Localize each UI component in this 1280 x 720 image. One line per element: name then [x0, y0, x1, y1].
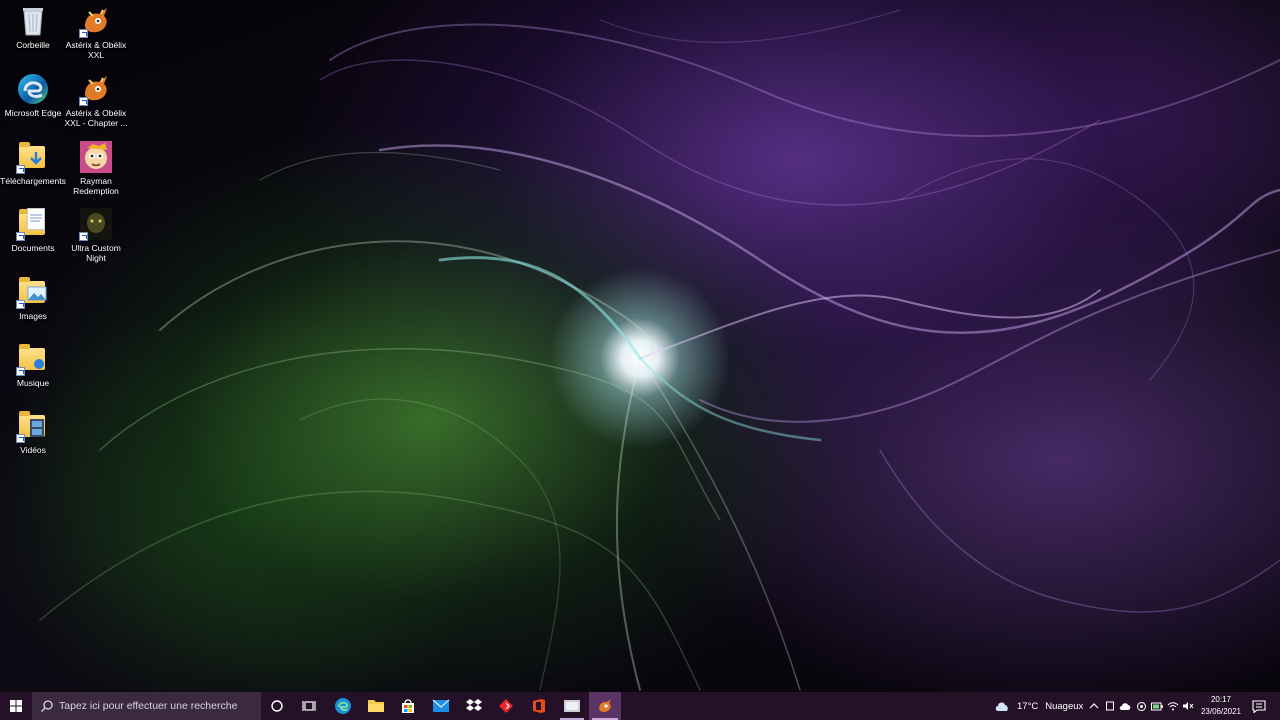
- taskbar-microsoft-store[interactable]: [394, 692, 422, 720]
- videos-folder-icon: [16, 409, 50, 443]
- taskbar-office[interactable]: [525, 692, 553, 720]
- window-app-icon: [564, 700, 580, 712]
- edge-icon: [16, 72, 50, 106]
- show-hidden-icons-button[interactable]: [1087, 692, 1101, 720]
- music-folder-icon: [16, 342, 50, 376]
- ultra-custom-night-label: Ultra Custom Night: [71, 243, 121, 263]
- downloads-label: Téléchargements: [0, 176, 66, 186]
- taskbar-clock[interactable]: 20:17 23/06/2021: [1195, 694, 1247, 718]
- tray-wifi-button[interactable]: [1166, 692, 1180, 720]
- taskbar-search-box[interactable]: Tapez ici pour effectuer une recherche: [32, 692, 261, 720]
- chevron-up-icon: [1089, 703, 1099, 709]
- onedrive-cloud-icon: [1119, 702, 1131, 710]
- folder-icon: [368, 700, 384, 712]
- videos-label: Vidéos: [20, 445, 46, 455]
- images-label: Images: [19, 311, 47, 321]
- wallpaper-smoke-lines: [39, 9, 1280, 691]
- tray-circle-icon: [1136, 701, 1146, 711]
- windows-logo-icon: [10, 700, 22, 712]
- desktop-icon-rayman-redemption[interactable]: Rayman Redemption: [63, 140, 129, 196]
- tray-app-button[interactable]: [1134, 692, 1148, 720]
- desktop-icon-recycle-bin[interactable]: Corbeille: [0, 4, 66, 50]
- volume-muted-icon: [1183, 702, 1194, 710]
- desktop-icon-videos[interactable]: Vidéos: [0, 409, 66, 455]
- rayman-icon: [79, 140, 113, 174]
- desktop-icon-asterix-xxl[interactable]: Astérix & Obélix XXL: [63, 4, 129, 60]
- taskbar-asterix-app[interactable]: [589, 692, 621, 720]
- clock-time: 20:17: [1210, 695, 1232, 704]
- asterix-icon: [79, 4, 113, 38]
- asterix-xxl-chapter-label: Astérix & Obélix XXL - Chapter ...: [64, 108, 128, 128]
- notification-icon: [1252, 699, 1266, 713]
- desktop-icon-images[interactable]: Images: [0, 275, 66, 321]
- downloads-folder-icon: [16, 140, 50, 174]
- recycle-bin-icon: [16, 4, 50, 38]
- desktop-icon-music[interactable]: Musique: [0, 342, 66, 388]
- search-icon: [41, 700, 53, 712]
- documents-folder-icon: [16, 207, 50, 241]
- desktop-icon-downloads[interactable]: Téléchargements: [0, 140, 66, 186]
- tablet-icon: [1106, 701, 1114, 711]
- red-diamond-icon: [499, 699, 513, 713]
- task-view-icon: [302, 701, 316, 711]
- battery-icon: [1151, 702, 1163, 710]
- taskbar-file-explorer[interactable]: [362, 692, 390, 720]
- desktop-wallpaper: [0, 0, 1280, 692]
- cortana-button[interactable]: [263, 692, 291, 720]
- taskbar-edge[interactable]: [329, 692, 357, 720]
- ultra-custom-night-icon: [79, 207, 113, 241]
- cloud-icon: [995, 702, 1008, 711]
- weather-condition: Nuageux: [1045, 700, 1084, 712]
- asterix-icon: [599, 699, 611, 712]
- weather-temperature: 17°C: [1017, 700, 1039, 712]
- start-button[interactable]: [0, 692, 32, 720]
- documents-label: Documents: [11, 243, 55, 253]
- rayman-redemption-label: Rayman Redemption: [73, 176, 119, 196]
- dropbox-icon: [466, 699, 482, 711]
- task-view-button[interactable]: [295, 692, 323, 720]
- cortana-circle-icon: [271, 700, 283, 712]
- tray-onedrive-button[interactable]: [1118, 692, 1132, 720]
- edge-label: Microsoft Edge: [4, 108, 62, 118]
- wifi-icon: [1167, 702, 1179, 711]
- images-folder-icon: [16, 275, 50, 309]
- desktop-icon-documents[interactable]: Documents: [0, 207, 66, 253]
- store-bag-icon: [402, 699, 414, 713]
- taskbar-running-app[interactable]: [557, 692, 587, 720]
- asterix-chapter-icon: [79, 72, 113, 106]
- office-icon: [533, 699, 545, 713]
- taskbar-red-app[interactable]: [492, 692, 520, 720]
- action-center-button[interactable]: [1248, 692, 1270, 720]
- weather-widget[interactable]: 17°C Nuageux: [994, 692, 1084, 720]
- asterix-xxl-label: Astérix & Obélix XXL: [65, 40, 127, 60]
- recycle-bin-label: Corbeille: [16, 40, 50, 50]
- taskbar-mail[interactable]: [427, 692, 455, 720]
- desktop-icon-ultra-custom-night[interactable]: Ultra Custom Night: [63, 207, 129, 263]
- desktop-icon-asterix-xxl-chapter[interactable]: Astérix & Obélix XXL - Chapter ...: [63, 72, 129, 128]
- mail-icon: [432, 699, 450, 712]
- desktop-icon-microsoft-edge[interactable]: Microsoft Edge: [0, 72, 66, 118]
- music-label: Musique: [16, 378, 50, 388]
- tray-tablet-icon-button[interactable]: [1103, 692, 1117, 720]
- tray-battery-button[interactable]: [1150, 692, 1164, 720]
- search-placeholder: Tapez ici pour effectuer une recherche: [59, 700, 238, 712]
- taskbar-dropbox[interactable]: [460, 692, 488, 720]
- tray-volume-button[interactable]: [1181, 692, 1195, 720]
- taskbar: Tapez ici pour effectuer une recherche 1…: [0, 692, 1280, 720]
- clock-date: 23/06/2021: [1200, 707, 1242, 716]
- edge-icon: [335, 698, 351, 714]
